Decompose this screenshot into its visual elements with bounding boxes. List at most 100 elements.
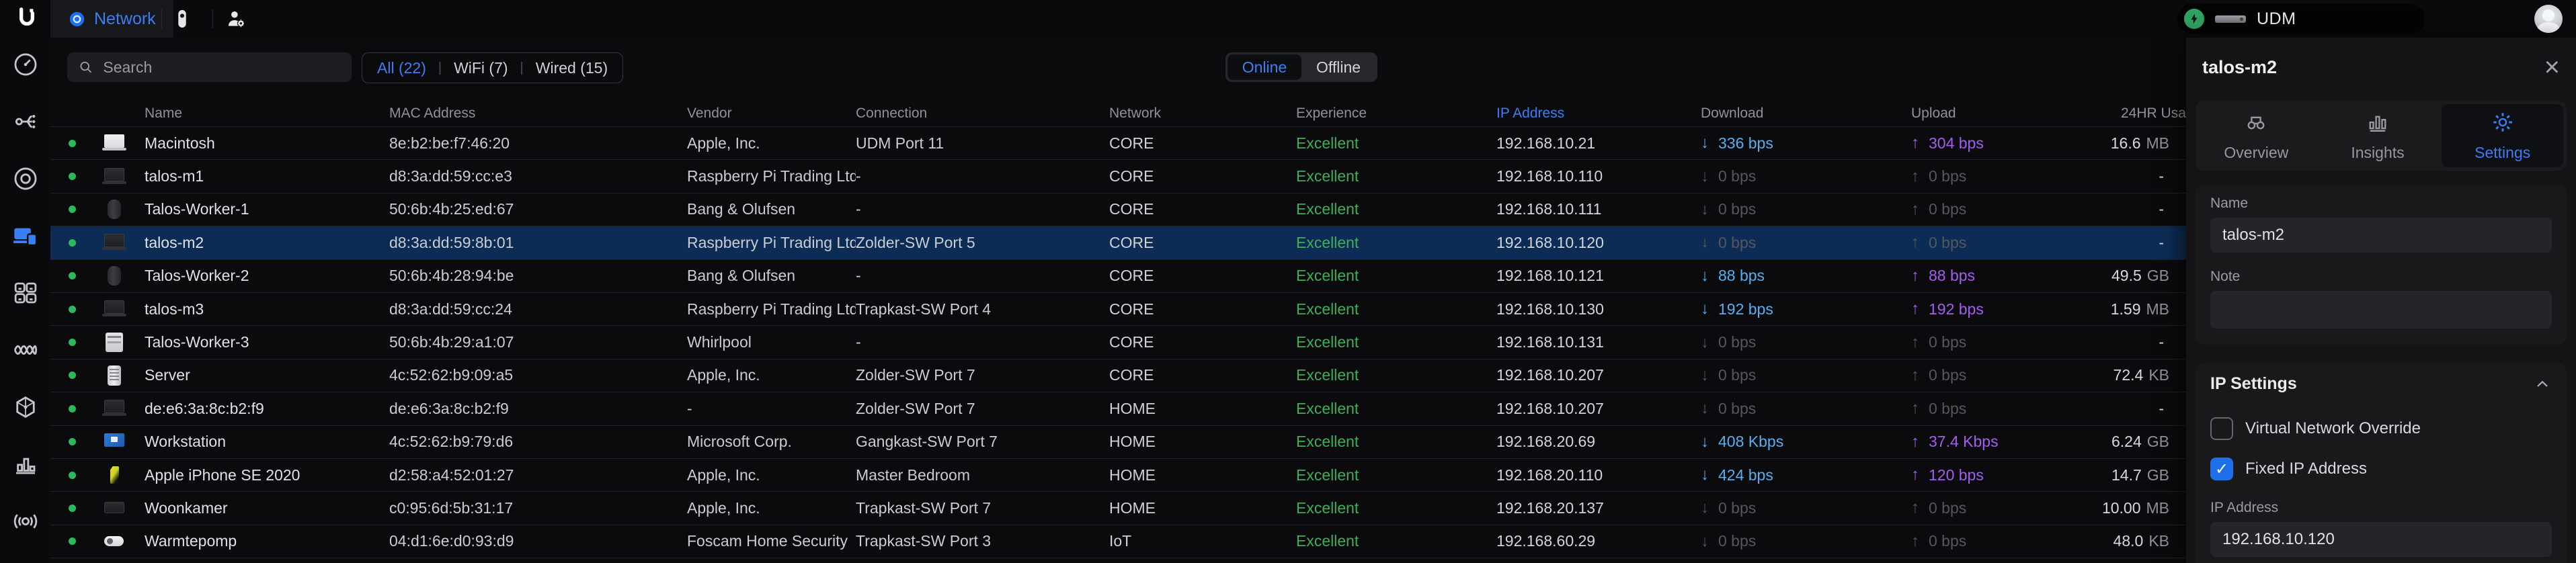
device-icon-box-dark [102,497,127,519]
sidebar-item-insights[interactable] [8,334,43,369]
client-download: ↓0 bps [1701,200,1911,219]
client-network: HOME [1109,466,1296,484]
download-arrow-icon: ↓ [1701,167,1709,186]
table-row[interactable]: talos-m3 d8:3a:dd:59:cc:24 Raspberry Pi … [50,293,2186,326]
table-row[interactable]: Talos-Worker-2 50:6b:4b:28:94:be Bang & … [50,260,2186,293]
table-row[interactable]: Warmtepomp 04:d1:6e:d0:93:d9 Foscam Home… [50,525,2186,558]
sidebar-item-topology[interactable] [8,105,43,140]
sidebar-item-broadcast[interactable] [8,505,43,540]
main-content: All (22)|WiFi (7)|Wired (15) OnlineOffli… [50,38,2186,563]
download-arrow-icon: ↓ [1701,532,1709,551]
table-row[interactable]: Macintosh 8e:b2:be:f7:46:20 Apple, Inc. … [50,127,2186,160]
filter-tab-wifi[interactable]: WiFi (7) [454,59,508,77]
column-header-exp[interactable]: Experience [1296,105,1496,122]
name-input[interactable] [2210,218,2552,253]
client-vendor: Bang & Olufsen [687,200,856,218]
client-connection: Zolder-SW Port 5 [856,234,1109,252]
table-row[interactable]: Talos-Worker-1 50:6b:4b:25:ed:67 Bang & … [50,193,2186,226]
device-icon-monitor-blue [102,431,127,453]
virtual-network-override-checkbox[interactable]: Virtual Network Override [2210,415,2552,442]
device-icon-tower [102,365,127,386]
device-icon-laptop-dark [102,232,127,253]
ip-address-input[interactable] [2210,522,2552,557]
toggle-online[interactable]: Online [1227,54,1301,80]
download-arrow-icon: ↓ [1701,333,1709,352]
sidebar-item-dashboard[interactable] [8,48,43,83]
console-name: UDM [2257,9,2296,29]
ip-address-field-label: IP Address [2210,500,2552,516]
upload-arrow-icon: ↑ [1911,499,1919,517]
filter-tab-all[interactable]: All (22) [377,59,426,77]
table-row[interactable]: Workstation 4c:52:62:b9:79:d6 Microsoft … [50,426,2186,459]
table-row[interactable]: Woonkamer c0:95:6d:5b:31:17 Apple, Inc. … [50,492,2186,525]
column-header-name[interactable]: Name [134,105,389,122]
device-icon-phone-yellow [102,464,127,486]
tab-network[interactable]: Network [50,0,173,38]
ip-settings-header: IP Settings [2210,374,2297,394]
column-header-dl[interactable]: Download [1701,105,1911,122]
table-row[interactable]: Talos-Worker-3 50:6b:4b:29:a1:07 Whirlpo… [50,326,2186,359]
client-network: CORE [1109,134,1296,153]
column-header-mac[interactable]: MAC Address [389,105,687,122]
table-row[interactable]: talos-m1 d8:3a:dd:59:cc:e3 Raspberry Pi … [50,160,2186,193]
chevron-up-icon[interactable] [2533,375,2552,394]
search-input[interactable] [102,58,341,77]
unifi-network-app: Network UDM All (22)|WiFi (7)|Wired (15) [0,0,2576,563]
client-network: CORE [1109,366,1296,384]
user-avatar[interactable] [2534,5,2563,33]
column-header-net[interactable]: Network [1109,105,1296,122]
client-download: ↓0 bps [1701,366,1911,385]
fixed-ip-checkbox[interactable]: ✓ Fixed IP Address [2210,456,2552,482]
upload-arrow-icon: ↑ [1911,466,1919,484]
protect-app-icon[interactable] [169,6,195,32]
console-switcher[interactable]: UDM [2177,3,2425,34]
ubiquiti-logo-icon[interactable] [12,4,42,34]
client-usage: 72.4KB [2077,366,2186,384]
table-row[interactable]: Apple iPhone SE 2020 d2:58:a4:52:01:27 A… [50,459,2186,492]
online-status-dot [69,405,76,413]
client-name: Warmtepomp [134,532,389,550]
client-connection: Gangkast-SW Port 7 [856,433,1109,451]
client-network: HOME [1109,400,1296,418]
identity-app-icon[interactable] [223,6,249,32]
client-mac: d8:3a:dd:59:cc:24 [389,300,687,318]
client-mac: 04:d1:6e:d0:93:d9 [389,532,687,550]
column-header-usage[interactable]: 24HR Usage [2077,105,2186,122]
panel-tab-insights[interactable]: Insights [2317,101,2439,171]
table-row[interactable]: de:e6:3a:8c:b2:f9 de:e6:3a:8c:b2:f9 - Zo… [50,392,2186,425]
client-experience: Excellent [1296,433,1496,451]
client-upload: ↑0 bps [1911,399,2077,418]
filter-tab-wired[interactable]: Wired (15) [536,59,608,77]
toggle-offline[interactable]: Offline [1301,54,1375,80]
search-box[interactable] [67,52,352,82]
column-header-ul[interactable]: Upload [1911,105,2077,122]
device-icon-camera [102,531,127,552]
online-status-dot [69,372,76,379]
client-connection: Zolder-SW Port 7 [856,366,1109,384]
download-arrow-icon: ↓ [1701,233,1709,252]
panel-tab-overview[interactable]: Overview [2196,101,2317,171]
client-download: ↓0 bps [1701,167,1911,186]
sidebar-item-networks[interactable] [8,277,43,312]
upload-arrow-icon: ↑ [1911,300,1919,318]
connection-filter-group: All (22)|WiFi (7)|Wired (15) [362,52,623,83]
client-vendor: Foscam Home Security [687,532,856,550]
download-arrow-icon: ↓ [1701,300,1709,318]
sidebar-item-unifi-devices[interactable] [8,163,43,198]
binoculars-icon [2244,110,2268,138]
sidebar-item-mesh[interactable] [8,391,43,426]
online-status-dot [69,339,76,346]
close-icon[interactable]: × [2544,57,2560,77]
table-row[interactable]: talos-m2 d8:3a:dd:59:8b:01 Raspberry Pi … [50,226,2186,259]
client-vendor: Raspberry Pi Trading Ltd [687,234,856,252]
column-header-vendor[interactable]: Vendor [687,105,856,122]
client-upload: ↑0 bps [1911,333,2077,352]
column-header-ip[interactable]: IP Address [1496,105,1701,122]
panel-tab-settings[interactable]: Settings [2442,104,2563,167]
note-input[interactable] [2210,291,2552,329]
table-row[interactable]: Server 4c:52:62:b9:09:a5 Apple, Inc. Zol… [50,359,2186,392]
client-name: Woonkamer [134,499,389,517]
sidebar-item-client-devices[interactable] [8,220,43,255]
column-header-conn[interactable]: Connection [856,105,1109,122]
sidebar-item-statistics[interactable] [8,448,43,483]
